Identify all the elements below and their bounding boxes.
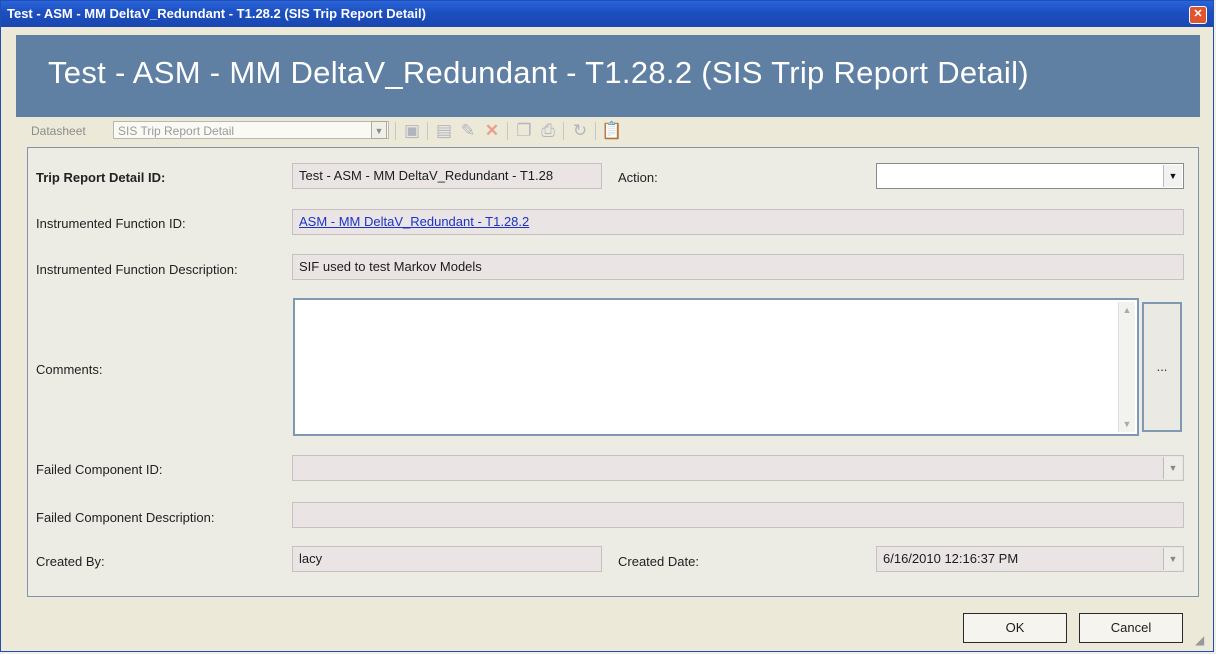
instrumented-function-description-label: Instrumented Function Description:: [36, 262, 238, 277]
resize-grip-icon[interactable]: ◢: [1195, 633, 1209, 647]
toolbar: Datasheet SIS Trip Report Detail ▼ ▣ ▤ ✎…: [27, 119, 787, 143]
form-panel: Trip Report Detail ID: Test - ASM - MM D…: [27, 147, 1199, 597]
toolbar-separator: [507, 122, 508, 140]
window-title: Test - ASM - MM DeltaV_Redundant - T1.28…: [7, 6, 426, 21]
toolbar-separator: [563, 122, 564, 140]
instrumented-function-id-field[interactable]: ASM - MM DeltaV_Redundant - T1.28.2: [292, 209, 1184, 235]
toolbar-separator: [395, 122, 396, 140]
comments-textarea[interactable]: ▲ ▼: [293, 298, 1139, 436]
trip-report-detail-id-label: Trip Report Detail ID:: [36, 170, 166, 185]
ok-button[interactable]: OK: [963, 613, 1067, 643]
toolbar-separator: [427, 122, 428, 140]
created-by-label: Created By:: [36, 554, 105, 569]
chevron-down-icon[interactable]: ▼: [1163, 165, 1182, 187]
failed-component-id-label: Failed Component ID:: [36, 462, 163, 477]
datasheet-label: Datasheet: [31, 124, 86, 138]
created-by-field[interactable]: lacy: [292, 546, 602, 572]
datasheet-dropdown-button[interactable]: ▼: [371, 121, 387, 139]
toolbar-separator: [595, 122, 596, 140]
clipboard-icon[interactable]: 📋: [601, 120, 623, 142]
action-label: Action:: [618, 170, 658, 185]
datasheet-select[interactable]: SIS Trip Report Detail: [113, 121, 389, 139]
page-title: Test - ASM - MM DeltaV_Redundant - T1.28…: [48, 55, 1029, 90]
failed-component-id-select[interactable]: ▼: [292, 455, 1184, 481]
action-select[interactable]: ▼: [876, 163, 1184, 189]
failed-component-description-field[interactable]: [292, 502, 1184, 528]
comments-label: Comments:: [36, 362, 103, 377]
chevron-down-icon[interactable]: ▼: [1163, 457, 1182, 479]
instrumented-function-id-link[interactable]: ASM - MM DeltaV_Redundant - T1.28.2: [299, 214, 529, 229]
instrumented-function-description-value: SIF used to test Markov Models: [299, 259, 482, 274]
copy-icon[interactable]: ❐: [513, 120, 535, 142]
save-icon[interactable]: ▤: [433, 120, 455, 142]
trip-report-detail-id-field[interactable]: Test - ASM - MM DeltaV_Redundant - T1.28: [292, 163, 602, 189]
created-date-field[interactable]: 6/16/2010 12:16:37 PM ▼: [876, 546, 1184, 572]
scroll-up-icon[interactable]: ▲: [1119, 302, 1135, 318]
refresh-icon[interactable]: ↻: [569, 120, 591, 142]
instrumented-function-description-field[interactable]: SIF used to test Markov Models: [292, 254, 1184, 280]
created-date-label: Created Date:: [618, 554, 699, 569]
failed-component-description-label: Failed Component Description:: [36, 510, 215, 525]
chevron-down-icon[interactable]: ▼: [1163, 548, 1182, 570]
created-date-value: 6/16/2010 12:16:37 PM: [883, 551, 1019, 566]
new-icon[interactable]: ▣: [401, 120, 423, 142]
trip-report-detail-id-value: Test - ASM - MM DeltaV_Redundant - T1.28: [299, 168, 554, 183]
delete-icon[interactable]: ✕: [481, 120, 503, 142]
comments-scrollbar[interactable]: ▲ ▼: [1118, 302, 1135, 432]
created-by-value: lacy: [299, 551, 323, 566]
scroll-down-icon[interactable]: ▼: [1119, 416, 1135, 432]
save-as-icon[interactable]: ✎: [457, 120, 479, 142]
dialog-window: Test - ASM - MM DeltaV_Redundant - T1.28…: [0, 0, 1214, 652]
print-icon[interactable]: ⎙: [537, 120, 559, 142]
close-icon[interactable]: ✕: [1189, 6, 1207, 24]
title-bar: Test - ASM - MM DeltaV_Redundant - T1.28…: [1, 1, 1213, 27]
header-band: Test - ASM - MM DeltaV_Redundant - T1.28…: [16, 35, 1200, 117]
instrumented-function-id-label: Instrumented Function ID:: [36, 216, 186, 231]
comments-expand-button[interactable]: ...: [1142, 302, 1182, 432]
datasheet-value: SIS Trip Report Detail: [118, 124, 235, 138]
cancel-button[interactable]: Cancel: [1079, 613, 1183, 643]
